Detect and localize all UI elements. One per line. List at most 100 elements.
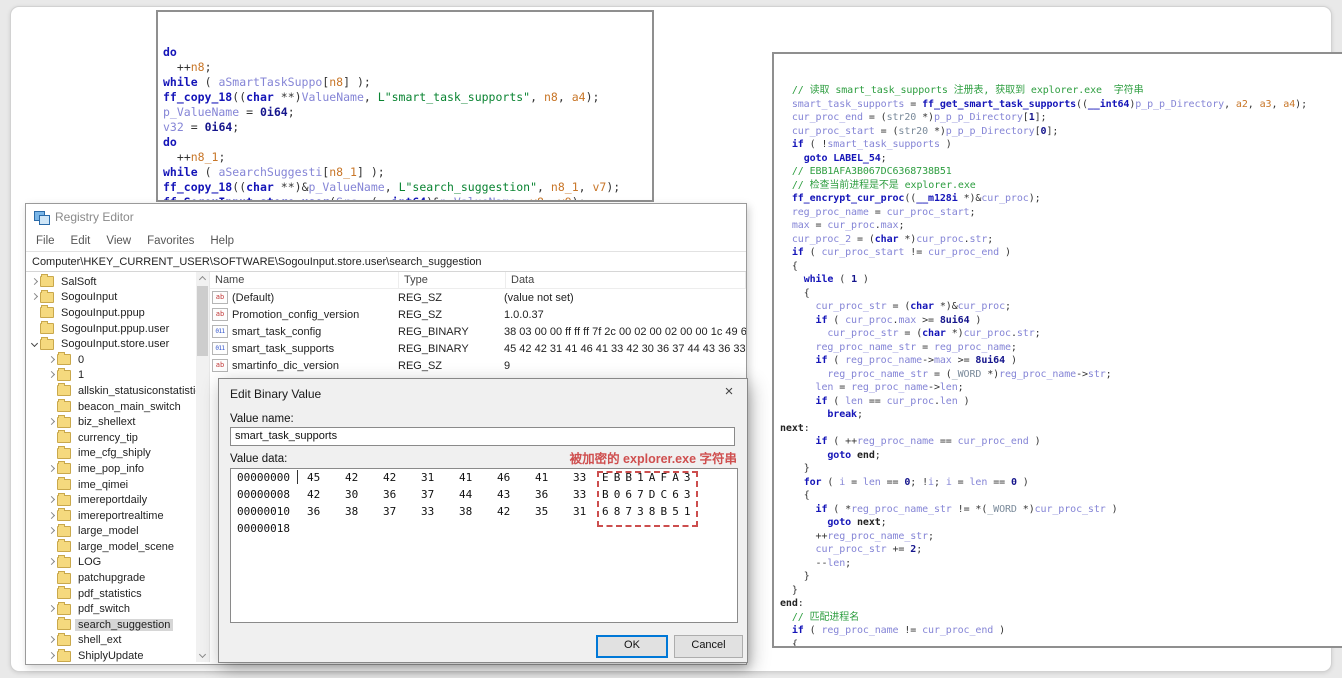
code-line: while ( 1 ) [803, 274, 869, 285]
tree-item-ime_cfg_shiply[interactable]: ime_cfg_shiply [26, 445, 196, 462]
tree-item-imereportdaily[interactable]: imereportdaily [26, 492, 196, 508]
column-header-data[interactable]: Data [506, 272, 746, 289]
chevron-down-icon[interactable] [30, 339, 40, 349]
cancel-button[interactable]: Cancel [674, 635, 743, 658]
value-row-smartinfo_dic_version[interactable]: ab smartinfo_dic_version REG_SZ 9 [210, 357, 746, 374]
tree-item-large_model_scene[interactable]: large_model_scene [26, 539, 196, 555]
close-icon[interactable]: × [719, 383, 739, 400]
tree-item-SogouInput[interactable]: SogouInput [26, 289, 196, 306]
tree-item-label: 1 [78, 369, 85, 382]
folder-icon [57, 523, 71, 537]
menu-item-view[interactable]: View [98, 230, 139, 251]
scrollbar-thumb[interactable] [197, 286, 208, 356]
tree-item-pdf_switch[interactable]: pdf_switch [26, 601, 196, 617]
hex-byte: 30 [345, 488, 359, 501]
value-row-smart_task_config[interactable]: 011 smart_task_config REG_BINARY 38 03 00 0… [210, 323, 746, 340]
chevron-right-icon[interactable] [47, 355, 57, 365]
tree-item-label: ime_cfg_shiply [78, 447, 151, 460]
code-line: end: [780, 598, 804, 609]
column-header-type[interactable]: Type [399, 272, 506, 289]
scroll-down-icon[interactable] [196, 649, 209, 662]
code-line: { [791, 638, 798, 648]
tree-item-SogouInput.ppup[interactable]: SogouInput.ppup [26, 305, 196, 321]
code-line: goto next; [827, 517, 887, 528]
tree-item-0[interactable]: 0 [26, 352, 196, 368]
value-name-field[interactable]: smart_task_supports [230, 427, 735, 446]
chevron-right-icon[interactable] [47, 495, 57, 505]
tree-item-label: SogouInput.store.user [61, 338, 170, 351]
title-bar[interactable]: Registry Editor [26, 204, 746, 230]
tree-item-patchupgrade[interactable]: patchupgrade [26, 570, 196, 586]
tree-item-ime_qimei[interactable]: ime_qimei [26, 477, 196, 493]
ascii-char: A [672, 471, 679, 484]
value-row-Promotion_config_version[interactable]: ab Promotion_config_version REG_SZ 1.0.0.37 [210, 306, 746, 323]
chevron-right-icon[interactable] [47, 511, 57, 521]
value-row-(Default)[interactable]: ab (Default) REG_SZ (value not set) [210, 289, 746, 306]
folder-icon [40, 336, 54, 350]
tree-scrollbar[interactable] [196, 272, 209, 662]
menu-item-edit[interactable]: Edit [63, 230, 99, 251]
hex-byte: 31 [421, 471, 435, 484]
ascii-char: B [660, 505, 668, 518]
menu-item-file[interactable]: File [28, 230, 63, 251]
menu-item-favorites[interactable]: Favorites [139, 230, 202, 251]
tree-item-SogouInput.ppup.user[interactable]: SogouInput.ppup.user [26, 321, 196, 337]
code-line: reg_proc_name_str = (_WORD *)reg_proc_na… [827, 368, 1112, 380]
tree-item-label: SalSoft [61, 275, 97, 288]
menu-item-help[interactable]: Help [202, 230, 242, 251]
chevron-right-icon[interactable] [47, 417, 57, 427]
ok-button[interactable]: OK [596, 635, 668, 658]
hex-editor[interactable]: 00000000 45 42 42 31 41 46 41 33 E B B 1 A F A 3 00000008… [230, 468, 738, 623]
tree-item-SogouInput.store.user[interactable]: SogouInput.store.user [26, 336, 196, 352]
tree-item-imereportrealtime[interactable]: imereportrealtime [26, 508, 196, 524]
tree-item-SalSoft[interactable]: SalSoft [26, 274, 196, 290]
tree-item-label: pdf_statistics [78, 587, 142, 600]
tree-item-pdf_statistics[interactable]: pdf_statistics [26, 586, 196, 602]
chevron-right-icon[interactable] [47, 635, 57, 645]
tree-item-beacon_main_switch[interactable]: beacon_main_switch [26, 399, 196, 415]
code-line: if ( reg_proc_name->max >= 8ui64 ) [815, 355, 1017, 366]
folder-icon [57, 352, 71, 366]
column-header-name[interactable]: Name [210, 272, 399, 289]
screenshot-stage: do ++n8; while ( aSmartTaskSuppo[n8] ); ff… [0, 0, 1342, 678]
tree-item-search_suggestion[interactable]: search_suggestion [26, 617, 196, 633]
folder-icon [57, 383, 71, 397]
tree-item-shell_ext[interactable]: shell_ext [26, 632, 196, 649]
chevron-right-icon[interactable] [47, 526, 57, 536]
tree-item-1[interactable]: 1 [26, 367, 196, 384]
chevron-right-icon[interactable] [47, 557, 57, 567]
hex-address: 00000008 [237, 488, 290, 501]
tree-item-ime_pop_info[interactable]: ime_pop_info [26, 461, 196, 477]
scroll-up-icon[interactable] [196, 272, 209, 285]
tree-item-label: beacon_main_switch [78, 400, 181, 413]
tree-item-label: search_suggestion [75, 618, 174, 631]
reg-binary-icon: 011 [212, 342, 228, 355]
code-line: v32 = 0i64; [163, 120, 240, 134]
chevron-right-icon[interactable] [47, 651, 57, 661]
ascii-char: 7 [637, 488, 644, 501]
tree-item-allskin_statusiconstatistics[interactable]: allskin_statusiconstatistics [26, 383, 196, 399]
code-line: reg_proc_name = cur_proc_start; [791, 206, 976, 218]
tree-item-large_model[interactable]: large_model [26, 523, 196, 540]
chevron-right-icon[interactable] [30, 292, 40, 302]
value-row-smart_task_supports[interactable]: 011 smart_task_supports REG_BINARY 45 42 42… [210, 340, 746, 357]
tree-item-biz_shellext[interactable]: biz_shellext [26, 414, 196, 430]
code-line: ff_copy_18((char **)&p_ValueName, L"sear… [163, 180, 621, 194]
value-name: Promotion_config_version [232, 308, 360, 321]
chevron-right-icon[interactable] [30, 277, 40, 287]
tree-item-currency_tip[interactable]: currency_tip [26, 430, 196, 446]
chevron-right-icon[interactable] [47, 604, 57, 614]
address-bar[interactable]: Computer\HKEY_CURRENT_USER\SOFTWARE\Sogo… [26, 251, 746, 272]
hex-byte: 43 [497, 488, 511, 501]
tree-item-LOG[interactable]: LOG [26, 554, 196, 571]
hex-byte: 37 [383, 505, 397, 518]
tree-item-ShiplyUpdate[interactable]: ShiplyUpdate [26, 648, 196, 662]
chevron-right-icon[interactable] [47, 370, 57, 380]
tree-pane: SalSoft SogouInput SogouInput.ppup SogouInp… [26, 272, 196, 662]
chevron-right-icon[interactable] [47, 464, 57, 474]
folder-icon [57, 539, 71, 553]
code-line: next: [780, 422, 810, 434]
hex-byte: 41 [535, 471, 549, 484]
